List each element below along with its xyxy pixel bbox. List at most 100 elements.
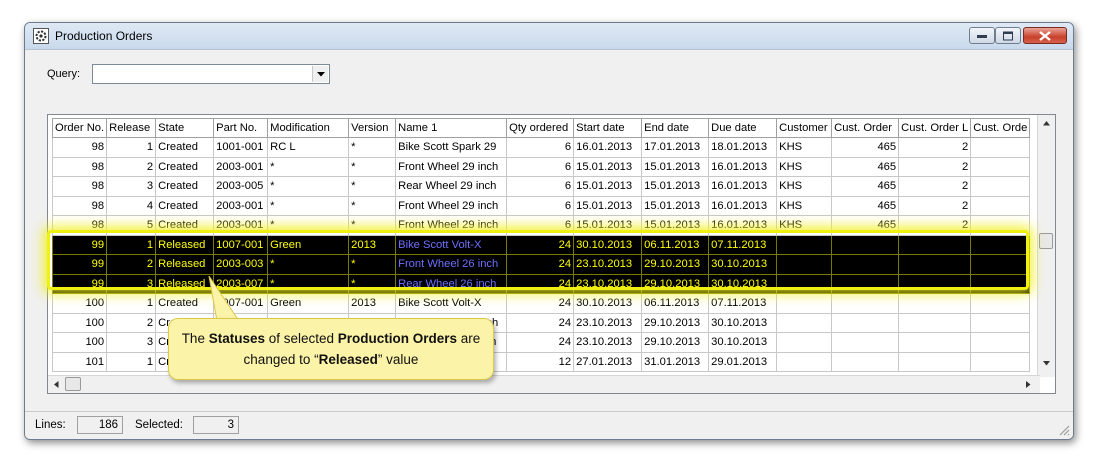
cust-order-cell[interactable]: 465 [831, 156, 900, 177]
release-cell[interactable]: 1 [106, 137, 157, 158]
qty-cell[interactable]: 24 [506, 312, 575, 333]
cust-order-cell[interactable] [831, 293, 900, 314]
cust-order-l-cell[interactable] [898, 293, 972, 314]
end-date-cell[interactable]: 31.01.2013 [641, 351, 710, 372]
version-cell[interactable]: * [348, 137, 397, 158]
end-date-cell[interactable]: 15.01.2013 [641, 156, 710, 177]
start-date-cell[interactable]: 16.01.2013 [573, 137, 643, 158]
version-cell[interactable]: * [348, 156, 397, 177]
qty-cell[interactable]: 6 [506, 137, 575, 158]
qty-cell[interactable]: 24 [506, 293, 575, 314]
qty-cell[interactable]: 6 [506, 215, 575, 236]
cust-order-cell[interactable] [831, 273, 900, 294]
modification-cell[interactable]: * [267, 176, 350, 197]
table-row[interactable]: 99 3 Released 2003-007 * * Rear Wheel 26 inch 2… [51, 273, 1031, 294]
due-date-cell[interactable]: 16.01.2013 [708, 176, 778, 197]
col-release[interactable]: Release [106, 118, 157, 138]
cust-order-cell[interactable] [831, 351, 900, 372]
due-date-cell[interactable]: 16.01.2013 [708, 156, 778, 177]
start-date-cell[interactable]: 15.01.2013 [573, 195, 643, 216]
col-cust-order-l[interactable]: Cust. Order L [898, 118, 972, 138]
modification-cell[interactable]: Green [267, 293, 350, 314]
part-no-cell[interactable]: 2003-003 [213, 254, 269, 275]
customer-cell[interactable] [776, 254, 833, 275]
close-button[interactable] [1023, 27, 1067, 44]
release-cell[interactable]: 3 [106, 273, 157, 294]
customer-cell[interactable]: KHS [776, 156, 833, 177]
table-row[interactable]: 99 2 Released 2003-003 * * Front Wheel 26 inch… [51, 254, 1031, 275]
state-cell[interactable]: Created [155, 137, 215, 158]
release-cell[interactable]: 2 [106, 156, 157, 177]
cust-orde-cell[interactable] [970, 234, 1031, 255]
customer-cell[interactable] [776, 293, 833, 314]
start-date-cell[interactable]: 15.01.2013 [573, 215, 643, 236]
cust-orde-cell[interactable] [970, 351, 1031, 372]
name-cell[interactable]: Bike Scott Spark 29 [395, 137, 508, 158]
part-no-cell[interactable]: 2003-001 [213, 195, 269, 216]
name-cell[interactable]: Front Wheel 29 inch [395, 195, 508, 216]
modification-cell[interactable]: * [267, 254, 350, 275]
release-cell[interactable]: 1 [106, 351, 157, 372]
release-cell[interactable]: 3 [106, 332, 157, 353]
cust-order-cell[interactable]: 465 [831, 215, 900, 236]
cust-order-cell[interactable]: 465 [831, 137, 900, 158]
customer-cell[interactable] [776, 312, 833, 333]
query-dropdown[interactable] [92, 64, 330, 84]
col-version[interactable]: Version [348, 118, 397, 138]
table-row[interactable]: 99 1 Released 1007-001 Green 2013 Bike Scott V… [51, 234, 1031, 255]
cust-order-l-cell[interactable] [898, 332, 972, 353]
end-date-cell[interactable]: 15.01.2013 [641, 176, 710, 197]
cust-order-cell[interactable]: 465 [831, 176, 900, 197]
part-no-cell[interactable]: 2003-001 [213, 215, 269, 236]
cust-order-l-cell[interactable]: 2 [898, 195, 972, 216]
start-date-cell[interactable]: 30.10.2013 [573, 293, 643, 314]
table-row[interactable]: 98 1 Created 1001-001 RC L * Bike Scott Spark … [51, 137, 1031, 158]
col-part-no[interactable]: Part No. [213, 118, 269, 138]
customer-cell[interactable]: KHS [776, 176, 833, 197]
state-cell[interactable]: Released [155, 234, 215, 255]
qty-cell[interactable]: 24 [506, 234, 575, 255]
table-row[interactable]: 98 3 Created 2003-005 * * Rear Wheel 29 inch 6 1… [51, 176, 1031, 197]
col-order-no[interactable]: Order No. [51, 118, 108, 138]
cust-order-l-cell[interactable] [898, 273, 972, 294]
col-customer[interactable]: Customer [776, 118, 833, 138]
modification-cell[interactable]: * [267, 195, 350, 216]
end-date-cell[interactable]: 15.01.2013 [641, 195, 710, 216]
cust-orde-cell[interactable] [970, 195, 1031, 216]
order-no-cell[interactable]: 98 [51, 156, 108, 177]
col-cust-order[interactable]: Cust. Order [831, 118, 900, 138]
modification-cell[interactable]: Green [267, 234, 350, 255]
col-end-date[interactable]: End date [641, 118, 710, 138]
due-date-cell[interactable]: 16.01.2013 [708, 215, 778, 236]
qty-cell[interactable]: 12 [506, 351, 575, 372]
end-date-cell[interactable]: 29.10.2013 [641, 273, 710, 294]
version-cell[interactable]: * [348, 273, 397, 294]
due-date-cell[interactable]: 18.01.2013 [708, 137, 778, 158]
start-date-cell[interactable]: 15.01.2013 [573, 176, 643, 197]
cust-orde-cell[interactable] [970, 254, 1031, 275]
release-cell[interactable]: 5 [106, 215, 157, 236]
cust-order-l-cell[interactable]: 2 [898, 215, 972, 236]
maximize-button[interactable] [995, 27, 1021, 44]
qty-cell[interactable]: 24 [506, 273, 575, 294]
cust-order-l-cell[interactable] [898, 234, 972, 255]
table-row[interactable]: 98 4 Created 2003-001 * * Front Wheel 29 inch 6… [51, 195, 1031, 216]
cust-orde-cell[interactable] [970, 156, 1031, 177]
modification-cell[interactable]: RC L [267, 137, 350, 158]
order-no-cell[interactable]: 100 [51, 293, 108, 314]
order-no-cell[interactable]: 98 [51, 195, 108, 216]
cust-orde-cell[interactable] [970, 312, 1031, 333]
name-cell[interactable]: Bike Scott Volt-X [395, 234, 508, 255]
order-no-cell[interactable]: 100 [51, 332, 108, 353]
order-no-cell[interactable]: 99 [51, 273, 108, 294]
end-date-cell[interactable]: 17.01.2013 [641, 137, 710, 158]
start-date-cell[interactable]: 23.10.2013 [573, 273, 643, 294]
release-cell[interactable]: 3 [106, 176, 157, 197]
start-date-cell[interactable]: 23.10.2013 [573, 254, 643, 275]
state-cell[interactable]: Released [155, 254, 215, 275]
version-cell[interactable]: 2013 [348, 234, 397, 255]
cust-order-cell[interactable] [831, 254, 900, 275]
customer-cell[interactable] [776, 351, 833, 372]
order-no-cell[interactable]: 98 [51, 215, 108, 236]
col-name-1[interactable]: Name 1 [395, 118, 508, 138]
